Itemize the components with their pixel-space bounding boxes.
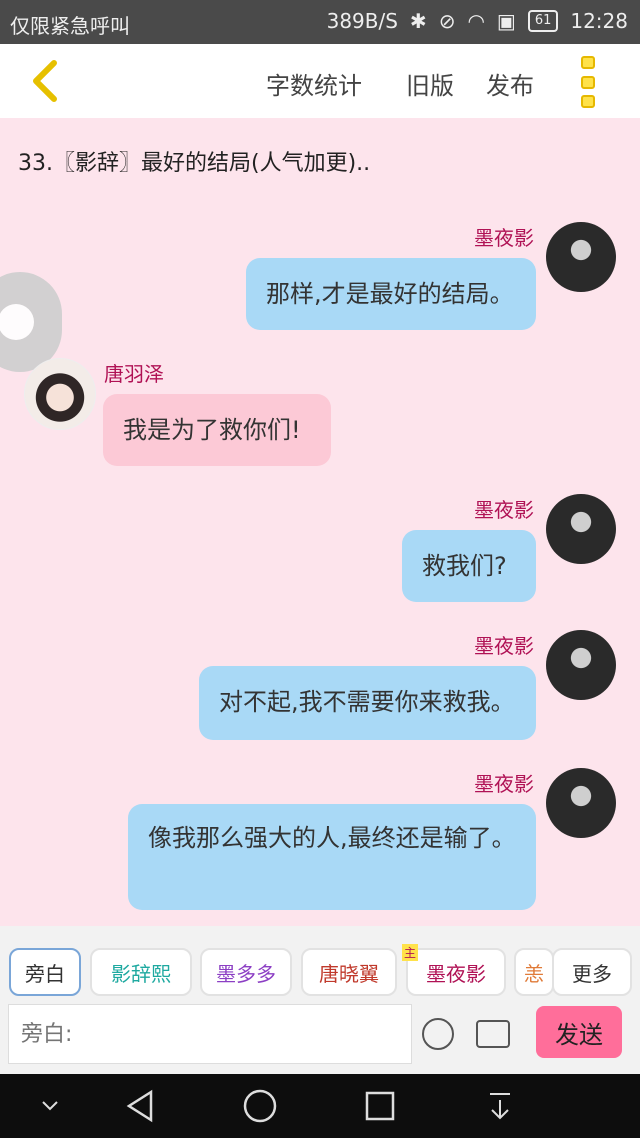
sim-icon: ▣ (496, 9, 516, 33)
old-version-button[interactable]: 旧版 (406, 66, 454, 101)
emoji-icon[interactable] (422, 1018, 454, 1050)
hide-nav-icon[interactable] (20, 1074, 80, 1138)
sender-name: 墨夜影 (474, 634, 534, 658)
network-status-text: 仅限紧急呼叫 (10, 14, 130, 38)
message-text: 救我们? (422, 552, 507, 580)
recents-nav-icon[interactable] (350, 1074, 410, 1138)
character-chip[interactable]: 主 墨夜影 (402, 944, 506, 996)
sender-name: 墨夜影 (474, 498, 534, 522)
message-input-box[interactable] (8, 1004, 412, 1064)
message-text: 我是为了救你们! (123, 416, 301, 444)
back-nav-icon[interactable] (110, 1074, 170, 1138)
message-bubble[interactable]: 那样,才是最好的结局。 (246, 258, 536, 330)
chip-label: 影辞熙 (111, 961, 171, 986)
send-label: 发送 (555, 1020, 603, 1049)
message-text: 像我那么强大的人,最终还是输了。 (148, 824, 516, 852)
chip-label: 更多 (572, 961, 612, 986)
home-nav-icon[interactable] (230, 1074, 290, 1138)
send-button[interactable]: 发送 (536, 1006, 622, 1058)
notification-pull-icon[interactable] (470, 1074, 530, 1138)
avatar[interactable] (546, 768, 616, 838)
mute-icon: ⊘ (438, 9, 456, 33)
protagonist-tag: 主 (402, 944, 419, 961)
bluetooth-icon: ✱ (409, 9, 427, 33)
message-text: 那样,才是最好的结局。 (266, 280, 514, 308)
character-chip[interactable]: 唐晓翼 (301, 948, 397, 996)
chip-label: 旁白 (25, 961, 65, 986)
message-input[interactable] (9, 1005, 411, 1063)
chip-label: 唐晓翼 (319, 961, 379, 986)
system-nav-bar (0, 1074, 640, 1138)
more-characters-button[interactable]: 更多 (552, 948, 632, 996)
message-bubble[interactable]: 我是为了救你们! (103, 394, 331, 466)
chip-label: 墨夜影 (426, 961, 486, 986)
character-chip[interactable]: 恙 (514, 948, 554, 996)
sender-name: 墨夜影 (474, 226, 534, 250)
avatar[interactable] (546, 494, 616, 564)
sender-name: 唐羽泽 (104, 362, 164, 386)
character-chip-narrator[interactable]: 旁白 (9, 948, 81, 996)
chip-label: 恙 (524, 961, 544, 986)
avatar[interactable] (24, 358, 96, 430)
image-icon[interactable] (476, 1020, 510, 1048)
message-bubble[interactable]: 救我们? (402, 530, 536, 602)
floating-assistant-button[interactable] (0, 272, 62, 372)
battery-level: 61 (534, 13, 552, 28)
chip-label: 墨多多 (216, 961, 276, 986)
wifi-icon: ◠ (467, 9, 485, 33)
status-icons: 389B/S ✱ ⊘ ◠ ▣ 61 12:28 (327, 9, 628, 33)
message-bubble[interactable]: 对不起,我不需要你来救我。 (199, 666, 536, 740)
composer-panel: 旁白 影辞熙 墨多多 唐晓翼 主 墨夜影 恙 更多 发送 (0, 926, 640, 1074)
avatar[interactable] (546, 222, 616, 292)
publish-button[interactable]: 发布 (486, 66, 534, 101)
word-count-button[interactable]: 字数统计 (266, 66, 362, 101)
chevron-left-icon[interactable] (20, 56, 70, 106)
avatar[interactable] (546, 630, 616, 700)
chapter-title: 33.〖影辞〗最好的结局(人气加更).. (18, 151, 371, 176)
more-vertical-icon[interactable] (576, 56, 600, 108)
character-chip[interactable]: 影辞熙 (90, 948, 192, 996)
message-bubble[interactable]: 像我那么强大的人,最终还是输了。 (128, 804, 536, 910)
message-text: 对不起,我不需要你来救我。 (219, 688, 515, 716)
sender-name: 墨夜影 (474, 772, 534, 796)
battery-icon: 61 (527, 10, 559, 32)
character-chip[interactable]: 墨多多 (200, 948, 292, 996)
clock: 12:28 (570, 9, 628, 33)
status-bar: 仅限紧急呼叫 389B/S ✱ ⊘ ◠ ▣ 61 12:28 (0, 0, 640, 44)
network-speed: 389B/S (326, 9, 398, 33)
top-bar: 字数统计 旧版 发布 (0, 44, 640, 118)
